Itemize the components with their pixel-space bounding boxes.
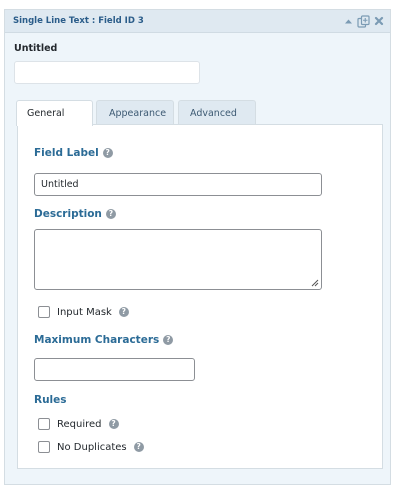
field-label-text: Field Label <box>34 147 99 159</box>
field-settings-panel: Single Line Text : Field ID 3 Untitled G… <box>4 9 391 485</box>
max-chars-input[interactable] <box>34 358 195 381</box>
delete-icon[interactable] <box>374 16 384 26</box>
no-duplicates-label: No Duplicates <box>57 441 127 453</box>
tab-general[interactable]: General <box>16 100 93 126</box>
panel-header[interactable]: Single Line Text : Field ID 3 <box>5 10 390 33</box>
max-chars-heading: Maximum Characters ? <box>34 334 174 346</box>
input-mask-row: Input Mask ? <box>38 306 129 318</box>
description-heading: Description ? <box>34 208 116 220</box>
help-icon[interactable]: ? <box>133 442 144 452</box>
tab-appearance[interactable]: Appearance <box>96 100 174 125</box>
rules-heading: Rules <box>34 394 67 406</box>
required-row: Required ? <box>38 418 119 430</box>
required-checkbox[interactable] <box>38 418 50 430</box>
field-preview-input[interactable] <box>14 61 200 84</box>
help-icon[interactable]: ? <box>102 148 113 158</box>
help-icon[interactable]: ? <box>108 419 119 429</box>
header-actions <box>344 14 384 28</box>
help-icon[interactable]: ? <box>105 209 116 219</box>
no-duplicates-row: No Duplicates ? <box>38 441 144 453</box>
input-mask-checkbox[interactable] <box>38 306 50 318</box>
description-textarea[interactable] <box>34 229 322 290</box>
resize-grip-icon[interactable] <box>311 279 319 287</box>
help-icon[interactable]: ? <box>118 307 129 317</box>
field-label-input[interactable]: Untitled <box>34 173 322 196</box>
field-preview-label: Untitled <box>14 43 58 54</box>
description-text: Description <box>34 208 102 220</box>
help-icon[interactable]: ? <box>163 335 174 345</box>
input-mask-label: Input Mask <box>57 306 112 318</box>
max-chars-text: Maximum Characters <box>34 334 160 346</box>
duplicate-icon[interactable] <box>357 14 370 28</box>
rules-text: Rules <box>34 394 67 406</box>
field-label-heading: Field Label ? <box>34 147 113 159</box>
required-label: Required <box>57 418 102 430</box>
panel-title: Single Line Text : Field ID 3 <box>13 16 144 26</box>
collapse-arrow-icon[interactable] <box>344 17 353 26</box>
no-duplicates-checkbox[interactable] <box>38 441 50 453</box>
general-settings-content: Field Label ? Untitled Description ? Inp… <box>17 124 383 469</box>
tab-advanced[interactable]: Advanced <box>178 100 256 125</box>
